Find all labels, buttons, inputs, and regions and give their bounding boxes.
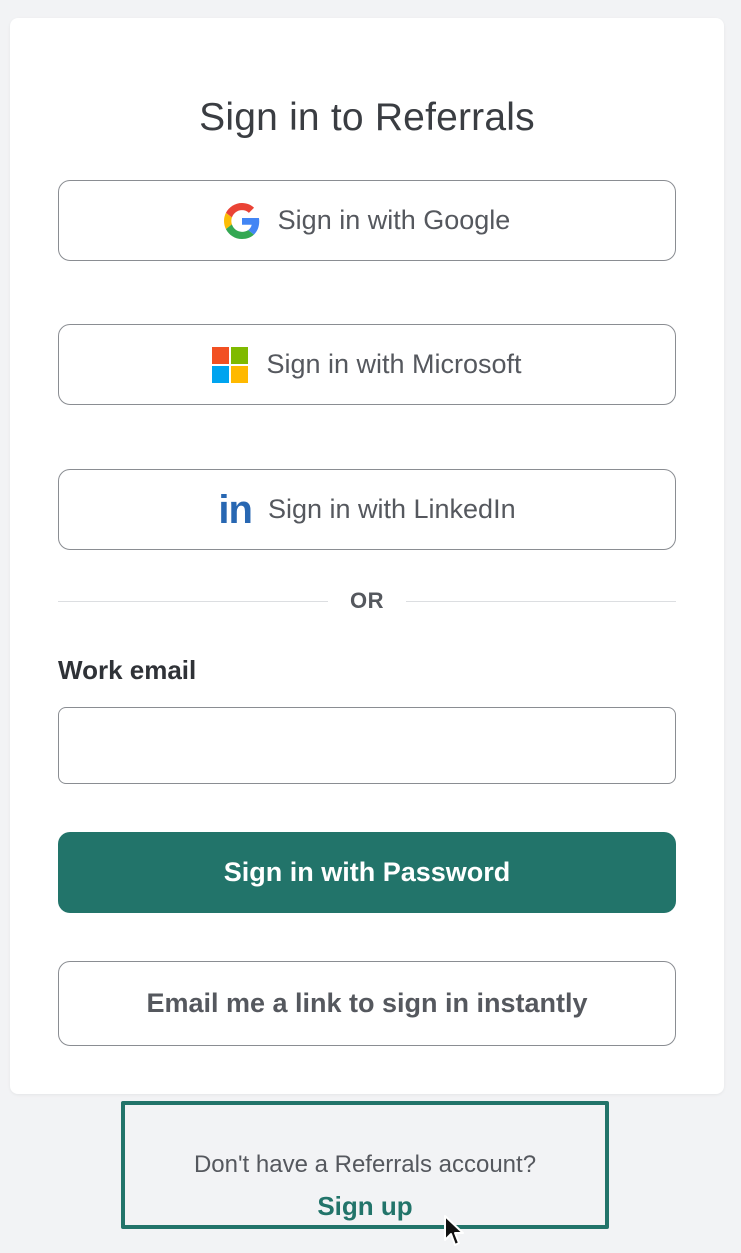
linkedin-icon: in	[218, 487, 253, 532]
or-divider: OR	[58, 584, 676, 618]
email-magic-link-label: Email me a link to sign in instantly	[146, 988, 588, 1018]
email-magic-link-button[interactable]: Email me a link to sign in instantly	[58, 961, 676, 1046]
divider-line-left	[58, 600, 328, 602]
sign-in-linkedin-button[interactable]: in Sign in with LinkedIn	[58, 469, 676, 550]
mouse-cursor-icon	[443, 1214, 465, 1248]
signup-prompt: Don't have a Referrals account?	[193, 1151, 537, 1178]
sign-in-google-label: Sign in with Google	[277, 205, 511, 235]
sign-in-card: Sign in to Referrals Sign in with Google…	[10, 18, 724, 1094]
signup-highlight-box: Don't have a Referrals account? Sign up	[121, 1101, 609, 1229]
page-title: Sign in to Referrals	[199, 96, 535, 139]
microsoft-icon	[212, 346, 249, 383]
sign-in-microsoft-label: Sign in with Microsoft	[266, 349, 522, 379]
sign-in-password-button[interactable]: Sign in with Password	[58, 832, 676, 913]
sign-in-microsoft-button[interactable]: Sign in with Microsoft	[58, 324, 676, 405]
divider-line-right	[406, 600, 676, 602]
sign-in-google-button[interactable]: Sign in with Google	[58, 180, 676, 261]
work-email-label: Work email	[58, 655, 197, 685]
work-email-input[interactable]	[58, 707, 676, 784]
sign-in-linkedin-label: Sign in with LinkedIn	[267, 494, 516, 524]
signup-link[interactable]: Sign up	[125, 1191, 605, 1222]
sign-in-password-label: Sign in with Password	[223, 857, 511, 887]
google-icon	[223, 202, 260, 239]
or-text: OR	[350, 588, 384, 613]
